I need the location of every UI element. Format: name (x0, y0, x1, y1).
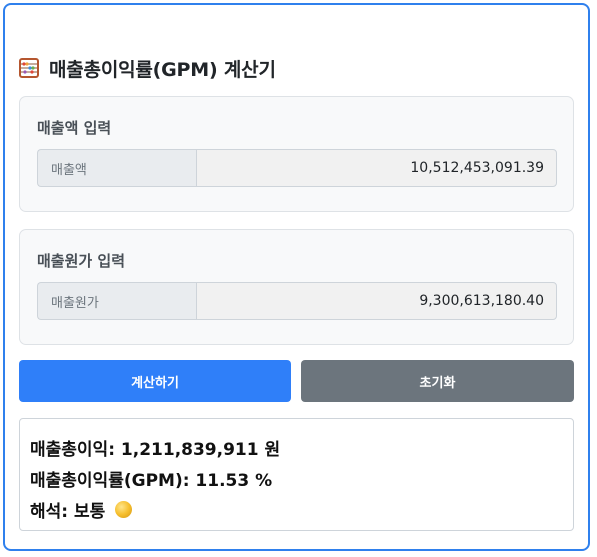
calculate-button[interactable]: 계산하기 (19, 360, 291, 402)
coin-icon (115, 501, 133, 518)
cost-prefix: 매출원가 (37, 282, 196, 320)
cost-input-group: 매출원가 (37, 282, 557, 320)
revenue-section-label: 매출액 입력 (37, 119, 112, 137)
page-title: 매출총이익률(GPM) 계산기 (49, 58, 276, 81)
revenue-section: 매출액 입력 매출액 (19, 96, 574, 212)
interpretation-text: 해석: 보통 (30, 502, 106, 522)
revenue-input-group: 매출액 (37, 149, 557, 187)
interpretation-row: 해석: 보통 (30, 494, 573, 525)
gross-profit-text: 매출총이익: 1,211,839,911 원 (30, 440, 281, 460)
gpm-text: 매출총이익률(GPM): 11.53 % (30, 471, 273, 491)
revenue-prefix: 매출액 (37, 149, 196, 187)
result-panel: 매출총이익: 1,211,839,911 원 매출총이익률(GPM): 11.5… (19, 418, 574, 531)
cost-section-label: 매출원가 입력 (37, 252, 126, 270)
abacus-icon (19, 58, 39, 78)
reset-button[interactable]: 초기화 (301, 360, 574, 402)
revenue-input[interactable] (196, 149, 557, 187)
cost-input[interactable] (196, 282, 557, 320)
cost-section: 매출원가 입력 매출원가 (19, 229, 574, 345)
header: 매출총이익률(GPM) 계산기 (19, 54, 276, 82)
